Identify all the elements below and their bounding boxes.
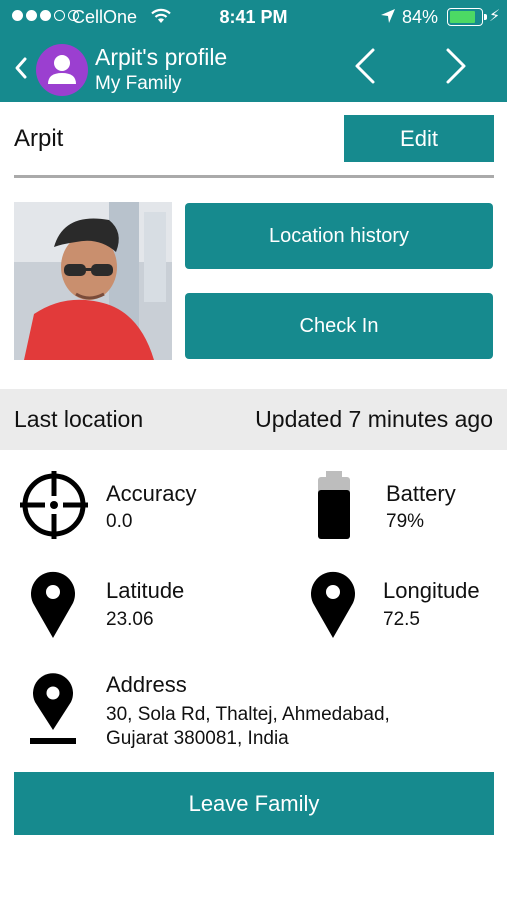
map-pin-icon — [30, 571, 75, 638]
edit-button[interactable]: Edit — [344, 115, 494, 162]
app-header: CellOne 8:41 PM 84% ⚡ Arpit's profile My… — [0, 0, 507, 102]
location-history-button[interactable]: Location history — [185, 203, 493, 269]
divider — [14, 175, 494, 178]
leave-family-button[interactable]: Leave Family — [14, 772, 494, 835]
battery-value: 79% — [386, 511, 425, 532]
address-pin-icon — [30, 673, 76, 744]
profile-photo — [14, 202, 172, 360]
latitude-label: Latitude — [106, 578, 185, 603]
next-chevron-icon[interactable] — [443, 46, 469, 86]
longitude-label: Longitude — [383, 578, 480, 603]
map-pin-icon — [311, 571, 355, 638]
accuracy-label: Accuracy — [106, 481, 197, 506]
battery-percent: 84% — [402, 7, 439, 27]
check-in-button[interactable]: Check In — [185, 293, 493, 359]
latitude-value: 23.06 — [106, 609, 154, 630]
address-line-1: 30, Sola Rd, Thaltej, Ahmedabad, — [106, 704, 390, 725]
page-subtitle: My Family — [95, 73, 182, 94]
battery-icon — [318, 471, 350, 539]
address-label: Address — [106, 672, 187, 697]
last-location-section: Last location Updated 7 minutes ago — [0, 389, 507, 450]
back-chevron-icon[interactable] — [14, 56, 28, 80]
battery-label: Battery — [386, 481, 456, 506]
status-bar: CellOne 8:41 PM 84% ⚡ — [0, 0, 507, 34]
prev-chevron-icon[interactable] — [352, 46, 378, 86]
last-location-label: Last location — [14, 406, 144, 432]
crosshair-icon — [20, 471, 88, 539]
location-services-icon — [381, 9, 395, 23]
user-avatar-icon — [36, 44, 88, 96]
accuracy-value: 0.0 — [106, 511, 133, 532]
profile-name: Arpit — [14, 125, 64, 152]
page-title: Arpit's profile — [95, 44, 228, 70]
address-line-2: Gujarat 380081, India — [106, 728, 289, 749]
status-battery-icon — [447, 8, 487, 26]
charging-icon: ⚡ — [489, 8, 501, 25]
longitude-value: 72.5 — [383, 609, 420, 630]
last-updated-text: Updated 7 minutes ago — [255, 406, 493, 432]
